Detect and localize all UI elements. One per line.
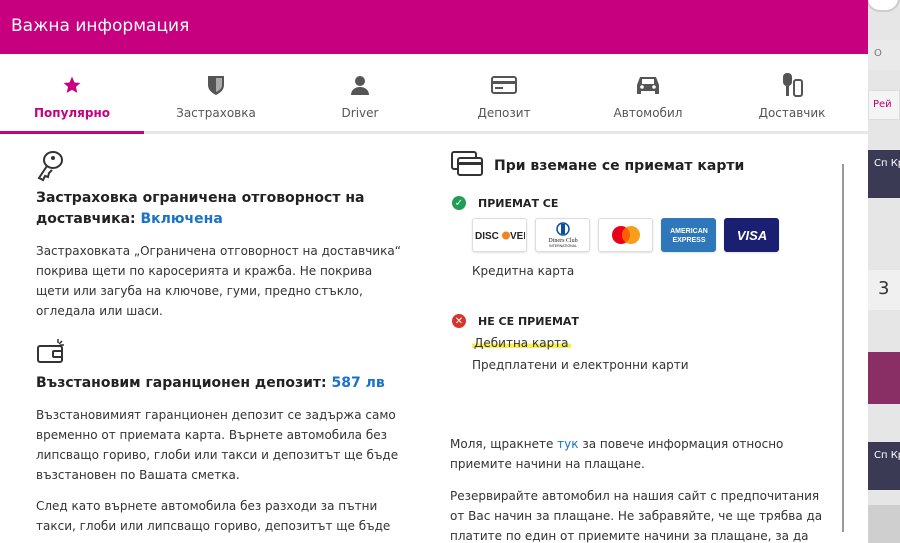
keys-icon <box>720 72 864 98</box>
background-banner <box>868 505 900 543</box>
payment-notes: Моля, щракнете тук за повече информация … <box>450 434 830 543</box>
tab-label: Депозит <box>477 106 531 120</box>
rejected-item: Дебитна карта <box>472 336 830 350</box>
cards-icon <box>450 150 484 182</box>
deposit-description: След като върнете автомобила без разходи… <box>36 499 391 533</box>
modal-title: Важна информация <box>0 0 868 54</box>
amex-logo: AMERICAN EXPRESS <box>661 218 716 252</box>
notes-text: Моля, щракнете <box>450 437 554 451</box>
wallet-icon <box>36 335 406 367</box>
car-icon <box>576 72 720 98</box>
info-tabs: Популярно Застраховка Driver Депозит Авт… <box>0 54 868 134</box>
deposit-description: Възстановимият гаранционен депозит се за… <box>36 408 399 482</box>
tab-label: Популярно <box>33 106 111 120</box>
car-key-icon <box>36 150 406 182</box>
deposit-title-text: Възстановим гаранционен депозит: <box>36 375 327 391</box>
person-icon <box>288 72 432 98</box>
tab-driver[interactable]: Driver <box>288 54 432 131</box>
payment-title: При вземане се приемат карти <box>494 158 745 174</box>
modal-content: Застраховка ограничена отговорност на до… <box>0 134 868 543</box>
visa-logo: VISA <box>724 218 779 252</box>
svg-text:VISA: VISA <box>736 228 766 243</box>
important-info-modal: Важна информация Популярно Застраховка D… <box>0 0 868 543</box>
background-text: Сп Кр <box>868 150 900 198</box>
here-link[interactable]: тук <box>557 437 578 451</box>
tab-label: Доставчик <box>758 106 826 120</box>
left-column: Застраховка ограничена отговорност на до… <box>36 150 406 536</box>
rejected-label: НЕ СЕ ПРИЕМАТ <box>478 314 579 328</box>
accepted-label: ПРИЕМАТ СЕ <box>478 196 559 210</box>
highlighted-text: Дебитна карта <box>472 336 571 350</box>
check-icon: ✓ <box>452 196 466 210</box>
tab-popular[interactable]: Популярно <box>0 54 144 134</box>
tab-deposit[interactable]: Депозит <box>432 54 576 131</box>
accepted-status: ✓ ПРИЕМАТ СЕ <box>450 196 830 210</box>
deposit-amount: 587 лв <box>331 375 385 391</box>
tab-insurance[interactable]: Застраховка <box>144 54 288 131</box>
tab-car[interactable]: Автомобил <box>576 54 720 131</box>
discover-logo: DISC VER <box>472 218 527 252</box>
star-icon <box>0 72 144 98</box>
insurance-description: Застраховката „Ограничена отговорност на… <box>36 244 401 318</box>
card-icon <box>432 72 576 98</box>
notes-paragraph: Резервирайте автомобил на нашия сайт с п… <box>450 489 823 543</box>
tab-label: Driver <box>341 106 379 120</box>
svg-text:DISC: DISC <box>475 231 499 242</box>
svg-text:AMERICAN: AMERICAN <box>670 228 708 235</box>
cross-icon: ✕ <box>452 314 466 328</box>
insurance-title: Застраховка ограничена отговорност на до… <box>36 188 406 230</box>
tab-label: Застраховка <box>176 106 256 120</box>
background-text: О <box>868 40 900 70</box>
background-banner <box>868 352 900 404</box>
tab-label: Автомобил <box>613 106 683 120</box>
deposit-title: Възстановим гаранционен депозит: 587 лв <box>36 373 406 394</box>
payment-header: При вземане се приемат карти <box>450 150 830 182</box>
svg-text:EXPRESS: EXPRESS <box>672 237 705 244</box>
rejected-item: Предплатени и електронни карти <box>472 358 689 372</box>
background-text: Сп Кр <box>868 442 900 490</box>
insurance-status: Включена <box>140 211 223 227</box>
background-text: Рей <box>868 90 900 120</box>
diners-club-logo: Diners Club INTERNATIONAL <box>535 218 590 252</box>
background-page: О Рей Сп Кр 3 Сп Кр <box>868 0 900 543</box>
shield-icon <box>144 72 288 98</box>
scrollbar[interactable] <box>842 164 844 532</box>
right-column: При вземане се приемат карти ✓ ПРИЕМАТ С… <box>450 150 830 372</box>
background-text: 3 <box>868 270 900 310</box>
svg-text:INTERNATIONAL: INTERNATIONAL <box>549 244 577 248</box>
tab-supplier[interactable]: Доставчик <box>720 54 864 131</box>
svg-text:VER: VER <box>510 231 525 242</box>
rejected-status: ✕ НЕ СЕ ПРИЕМАТ <box>450 314 830 328</box>
mastercard-logo <box>598 218 653 252</box>
accepted-cards: DISC VER Diners ClubINTERNATIONAL AMERICA… <box>472 218 830 252</box>
accepted-card-type: Кредитна карта <box>472 264 575 278</box>
notes-paragraph: Моля, щракнете тук за повече информация … <box>450 434 830 474</box>
